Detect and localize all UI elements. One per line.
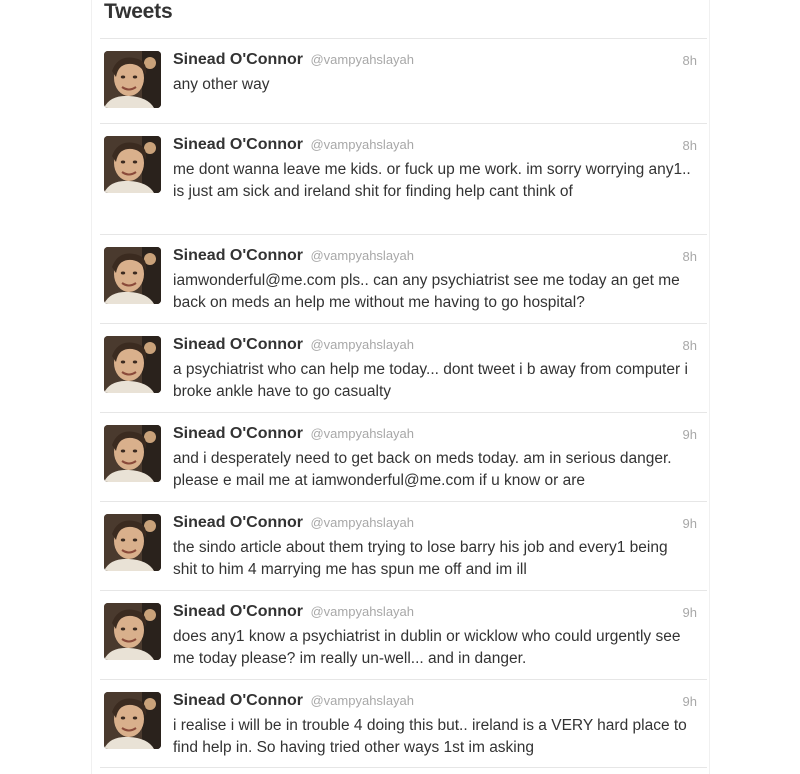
author-name[interactable]: Sinead O'Connor [173, 425, 303, 442]
tweet-text: a psychiatrist who can help me today... … [173, 361, 688, 400]
tweet-timestamp[interactable]: 8h [683, 138, 697, 153]
tweet[interactable]: Sinead O'Connor @vampyahslayah 9h i real… [100, 679, 707, 768]
author-handle[interactable]: @vampyahslayah [310, 426, 414, 441]
tweet-header: Sinead O'Connor @vampyahslayah [173, 51, 697, 73]
tweet-timestamp[interactable]: 8h [683, 53, 697, 68]
avatar[interactable] [104, 425, 161, 482]
tweet-timestamp[interactable]: 8h [683, 249, 697, 264]
section-title: Tweets [104, 0, 173, 23]
tweet-header: Sinead O'Connor @vampyahslayah [173, 514, 697, 536]
avatar[interactable] [104, 514, 161, 571]
tweet[interactable]: Sinead O'Connor @vampyahslayah 8h me don… [100, 123, 707, 234]
author-handle[interactable]: @vampyahslayah [310, 52, 414, 67]
tweet-text: the sindo article about them trying to l… [173, 539, 668, 578]
tweet[interactable]: Sinead O'Connor @vampyahslayah 9h the si… [100, 501, 707, 590]
tweet-text: and i desperately need to get back on me… [173, 450, 672, 489]
tweet[interactable]: Sinead O'Connor @vampyahslayah 8h any ot… [100, 38, 707, 123]
tweet[interactable]: Sinead O'Connor @vampyahslayah 9h and i … [100, 412, 707, 501]
tweet-timestamp[interactable]: 8h [683, 338, 697, 353]
author-name[interactable]: Sinead O'Connor [173, 136, 303, 153]
tweet-header: Sinead O'Connor @vampyahslayah [173, 603, 697, 625]
author-name[interactable]: Sinead O'Connor [173, 603, 303, 620]
tweet[interactable]: Sinead O'Connor @vampyahslayah 8h a psyc… [100, 323, 707, 412]
tweet[interactable]: Sinead O'Connor @vampyahslayah 9h does a… [100, 590, 707, 679]
tweet-header: Sinead O'Connor @vampyahslayah [173, 692, 697, 714]
avatar[interactable] [104, 136, 161, 193]
author-name[interactable]: Sinead O'Connor [173, 514, 303, 531]
author-name[interactable]: Sinead O'Connor [173, 51, 303, 68]
tweet-timestamp[interactable]: 9h [683, 694, 697, 709]
tweet-header: Sinead O'Connor @vampyahslayah [173, 136, 697, 158]
tweet-text: me dont wanna leave me kids. or fuck up … [173, 161, 691, 200]
tweet-timestamp[interactable]: 9h [683, 427, 697, 442]
tweet[interactable]: Sinead O'Connor @vampyahslayah 8h iamwon… [100, 234, 707, 323]
author-handle[interactable]: @vampyahslayah [310, 693, 414, 708]
avatar[interactable] [104, 692, 161, 749]
tweet-text: i realise i will be in trouble 4 doing t… [173, 717, 687, 756]
avatar[interactable] [104, 603, 161, 660]
page: Tweets Sinead O'Connor @vampyahslayah 8h… [0, 0, 800, 774]
tweet-timestamp[interactable]: 9h [683, 516, 697, 531]
author-handle[interactable]: @vampyahslayah [310, 248, 414, 263]
tweet-text: iamwonderful@me.com pls.. can any psychi… [173, 272, 680, 311]
author-handle[interactable]: @vampyahslayah [310, 337, 414, 352]
author-name[interactable]: Sinead O'Connor [173, 692, 303, 709]
avatar[interactable] [104, 51, 161, 108]
author-handle[interactable]: @vampyahslayah [310, 137, 414, 152]
author-handle[interactable]: @vampyahslayah [310, 604, 414, 619]
tweet-timestamp[interactable]: 9h [683, 605, 697, 620]
author-name[interactable]: Sinead O'Connor [173, 247, 303, 264]
author-handle[interactable]: @vampyahslayah [310, 515, 414, 530]
tweet-text: any other way [173, 76, 270, 93]
tweet-text: does any1 know a psychiatrist in dublin … [173, 628, 681, 667]
tweet-header: Sinead O'Connor @vampyahslayah [173, 247, 697, 269]
avatar[interactable] [104, 336, 161, 393]
tweet-header: Sinead O'Connor @vampyahslayah [173, 425, 697, 447]
tweet-list: Sinead O'Connor @vampyahslayah 8h any ot… [100, 38, 707, 768]
avatar[interactable] [104, 247, 161, 304]
tweet-header: Sinead O'Connor @vampyahslayah [173, 336, 697, 358]
author-name[interactable]: Sinead O'Connor [173, 336, 303, 353]
